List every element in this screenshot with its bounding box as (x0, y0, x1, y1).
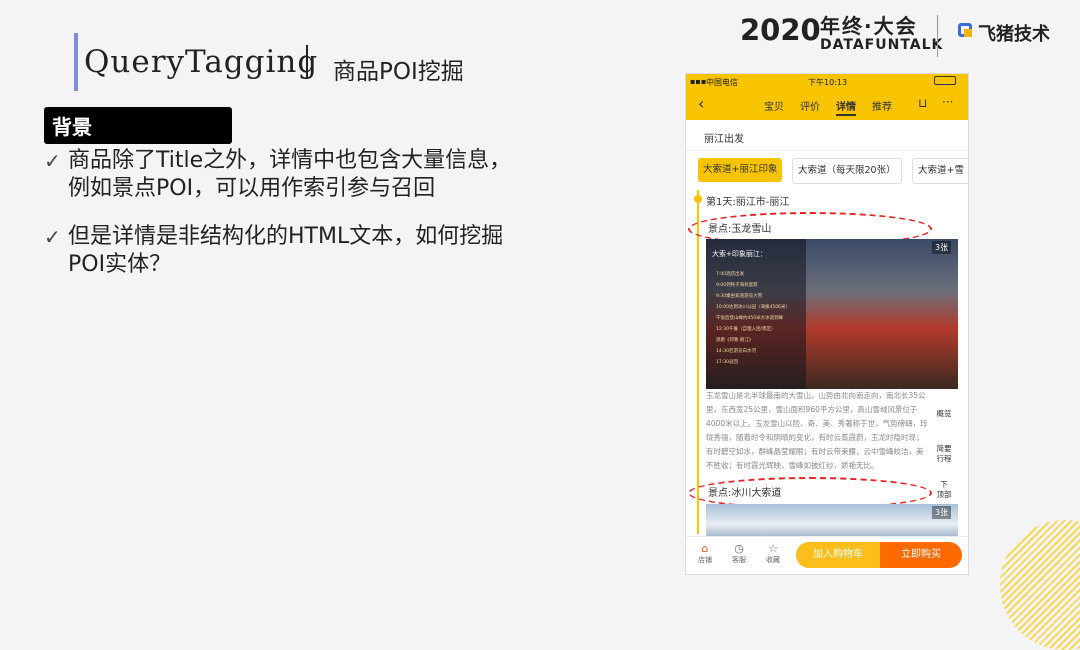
bullet-2-line2: POI实体？ (68, 252, 172, 277)
section-label: 背景 (44, 107, 232, 144)
top-label-1: 下 (940, 480, 948, 489)
active-tab-indicator (836, 114, 856, 116)
overlay-item: 17:30返回 (716, 360, 738, 365)
scenic-photo-2[interactable]: 3张 (706, 504, 958, 538)
back-to-top-button[interactable]: 下 顶部 (932, 480, 956, 500)
phone-screenshot: ▪▪▪ 中国电信 下午10:13 ‹ 宝贝 评价 详情 推荐 ⊔ ··· 丽江出… (685, 73, 969, 575)
top-label-2: 顶部 (936, 490, 952, 499)
overlay-item: 9:00到牦子海有蛋糕 (716, 283, 758, 288)
favorite-button[interactable]: ☆ 收藏 (762, 542, 784, 565)
favorite-label: 收藏 (766, 556, 780, 564)
itinerary-label-2: 行程 (936, 454, 952, 463)
store-label: 店铺 (698, 556, 712, 564)
more-icon[interactable]: ··· (942, 95, 953, 109)
add-to-cart-button[interactable]: 加入购物车 (796, 542, 880, 568)
battery-icon (934, 76, 956, 85)
overlay-item: 12:30午餐（自理入团/景区） (716, 327, 776, 332)
check-icon: ✓ (44, 225, 61, 249)
itinerary-label-1: 简要 (936, 444, 952, 453)
overlay-title: 大索+印象丽江： (712, 250, 767, 258)
itinerary-overlay: 大索+印象丽江： 7:00酒店出发 9:00到牦子海有蛋糕 9:30乘坐索道游览… (706, 239, 806, 389)
poi-label-1: 景点:玉龙雪山 (708, 224, 772, 235)
buy-now-button[interactable]: 立即购买 (880, 542, 962, 568)
overlay-item: 午饭后登山峰约450米大冰道到峰 (716, 316, 784, 321)
service-icon: ◷ (734, 542, 744, 555)
title-separator (306, 45, 308, 79)
divider (686, 150, 968, 151)
cart-icon[interactable]: ⊔ (918, 96, 927, 110)
brand-event-cn: 年终·大会 (820, 14, 918, 38)
signal-icon: ▪▪▪ (690, 77, 707, 86)
tab-recommend[interactable]: 推荐 (872, 98, 892, 113)
service-button[interactable]: ◷ 客服 (728, 542, 750, 565)
photo-count-2: 3张 (932, 506, 952, 519)
tab-details[interactable]: 详情 (836, 98, 856, 113)
status-bar: ▪▪▪ 中国电信 下午10:13 (686, 74, 968, 90)
overlay-item: 10:00达到冰川公园（海拔4506米） (716, 305, 790, 310)
bullet-1-line2: 例如景点POI，可以用作索引参与召回 (68, 176, 436, 201)
itinerary-button[interactable]: 简要 行程 (932, 444, 956, 464)
carrier-label: 中国电信 (706, 78, 738, 87)
package-chip-2[interactable]: 大索道（每天限20张） (792, 158, 902, 184)
section-tab[interactable]: 丽江出发 (704, 130, 744, 145)
clock-label: 下午10:13 (808, 78, 848, 87)
company-logo-accent (964, 29, 972, 37)
brand-divider (937, 15, 938, 57)
title-accent-bar (74, 33, 78, 91)
overview-button[interactable]: 概览 (932, 408, 956, 419)
back-icon[interactable]: ‹ (698, 94, 704, 113)
overlay-item: 7:00酒店出发 (716, 272, 745, 277)
decorative-circle (1000, 520, 1080, 650)
scenic-photo-1[interactable]: 大索+印象丽江： 7:00酒店出发 9:00到牦子海有蛋糕 9:30乘坐索道游览… (706, 239, 958, 389)
check-icon: ✓ (44, 149, 61, 173)
star-icon: ☆ (768, 542, 778, 555)
tab-reviews[interactable]: 评价 (800, 98, 820, 113)
nav-bar: ‹ 宝贝 评价 详情 推荐 ⊔ ··· (686, 90, 968, 120)
brand-event-en: DATAFUNTALK (820, 37, 944, 53)
photo-count-1: 3张 (932, 241, 952, 254)
company-name: 飞猪技术 (978, 24, 1050, 45)
package-chip-3[interactable]: 大索道+雪 (912, 158, 968, 184)
store-icon: ⌂ (701, 542, 709, 555)
store-button[interactable]: ⌂ 店铺 (694, 542, 716, 565)
package-chip-1[interactable]: 大索道+丽江印象 (698, 158, 783, 182)
day-label: 第1天:丽江市-丽江 (706, 197, 790, 208)
service-label: 客服 (732, 556, 746, 564)
overlay-item: 14:30后游览白水河 (716, 349, 756, 354)
overlay-item: 9:30乘坐索道游览大雪 (716, 294, 763, 299)
bullet-1-line1: 商品除了Title之外，详情中也包含大量信息， (68, 148, 512, 173)
timeline-dot (694, 195, 702, 203)
tab-item[interactable]: 宝贝 (764, 98, 784, 113)
bullet-2-line1: 但是详情是非结构化的HTML文本，如何挖掘 (68, 224, 504, 249)
slide-subtitle: 商品POI挖掘 (333, 59, 464, 85)
poi-label-2: 景点:冰川大索道 (708, 488, 782, 499)
slide-title: QueryTagging (84, 44, 319, 80)
overlay-item: 观看《印象·丽江》 (716, 338, 754, 343)
overlay-list: 7:00酒店出发 9:00到牦子海有蛋糕 9:30乘坐索道游览大雪 10:00达… (716, 269, 804, 368)
poi-description: 玉龙雪山是北半球最南的大雪山。山势由北向南走向，南北长35公里，东西宽25公里，… (706, 391, 928, 470)
brand-year: 2020 (740, 13, 821, 47)
timeline-line (697, 190, 699, 534)
